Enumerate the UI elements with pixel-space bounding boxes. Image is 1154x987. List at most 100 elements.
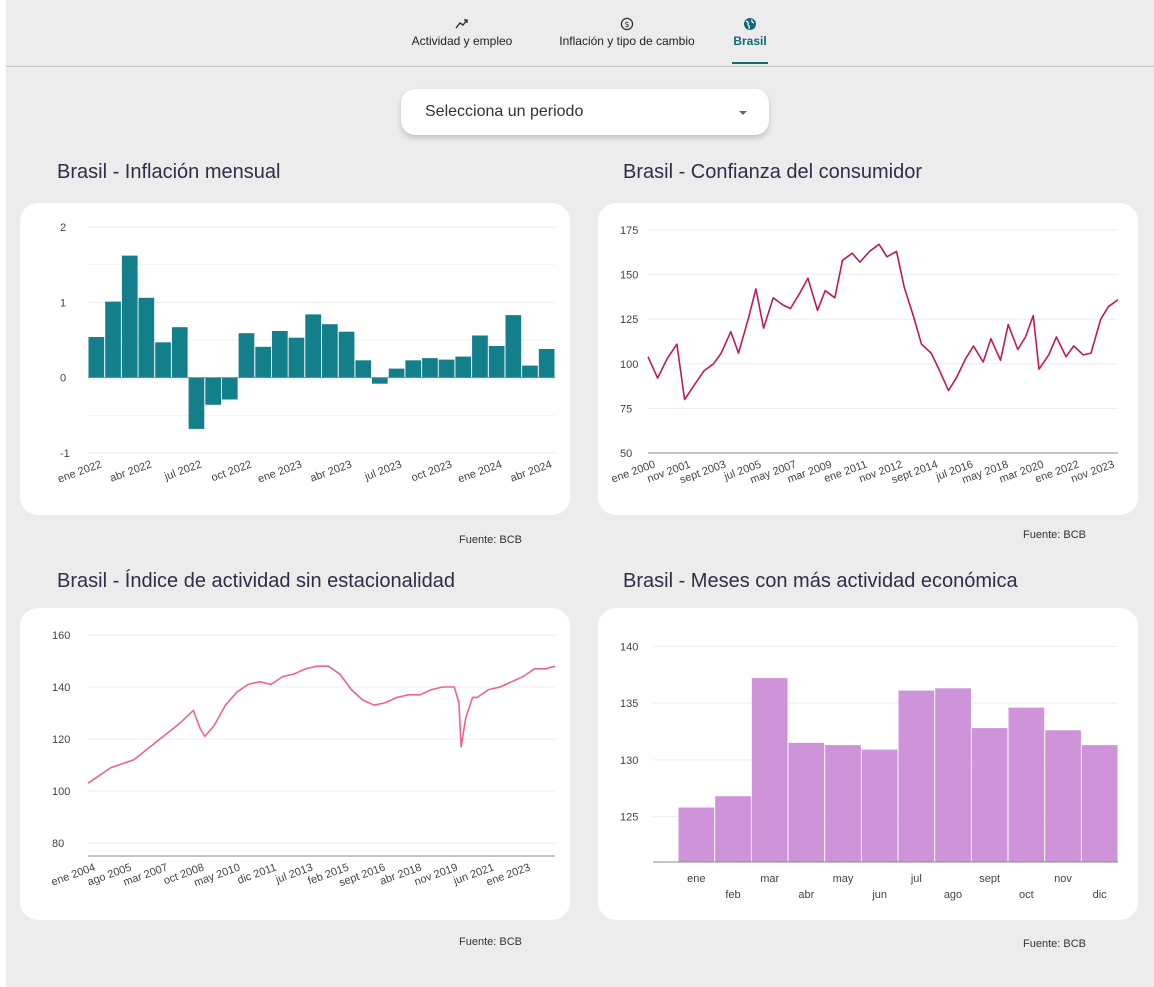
- bar: [288, 337, 305, 378]
- bar: [88, 337, 105, 378]
- x-tick-label: jun: [871, 889, 887, 901]
- bar: [825, 745, 861, 862]
- tab-actividad-empleo[interactable]: Actividad y empleo: [403, 17, 521, 48]
- bar: [372, 377, 388, 384]
- activity-chart-title: Brasil - Índice de actividad sin estacio…: [57, 570, 455, 592]
- x-tick-label: abr: [798, 889, 814, 901]
- y-tick-label: 140: [52, 682, 70, 694]
- period-select-placeholder: Selecciona un periodo: [425, 103, 584, 120]
- bar: [1045, 730, 1081, 862]
- y-tick-label: 75: [620, 403, 632, 415]
- bar: [188, 377, 205, 429]
- bar: [438, 359, 455, 378]
- bar: [455, 356, 472, 378]
- series-line: [87, 665, 556, 784]
- y-tick-label: 135: [620, 698, 638, 710]
- bar: [121, 255, 138, 378]
- x-tick-label: jul: [910, 873, 922, 885]
- bar: [505, 315, 522, 378]
- x-tick-label: ene 2024: [456, 459, 503, 486]
- x-tick-label: abr 2023: [309, 459, 354, 485]
- bar: [715, 796, 751, 862]
- bar: [935, 688, 971, 862]
- bar: [221, 377, 238, 400]
- x-tick-label: oct: [1019, 889, 1034, 901]
- x-tick-label: ene: [687, 873, 705, 885]
- bar: [138, 297, 155, 378]
- months-chart-source: Fuente: BCB: [1023, 938, 1086, 950]
- x-tick-label: sept: [979, 873, 1000, 885]
- x-tick-label: dic 2011: [236, 862, 278, 887]
- inflation-chart-source: Fuente: BCB: [459, 534, 522, 546]
- bar: [538, 349, 555, 378]
- x-tick-label: ene 2022: [56, 459, 103, 486]
- x-tick-label: ene 2023: [256, 459, 303, 486]
- months-chart-title: Brasil - Meses con más actividad económi…: [623, 570, 1018, 592]
- bar: [355, 360, 372, 378]
- tab-label: Inflación y tipo de cambio: [559, 34, 695, 48]
- app-root: Actividad y empleo $ Inflación y tipo de…: [6, 0, 1154, 987]
- bar: [171, 327, 188, 378]
- y-tick-label: 1: [60, 297, 66, 309]
- bar: [155, 342, 171, 378]
- bar: [678, 807, 715, 862]
- activity-chart-card: 80 100 120 140 160 ene 2004 ago 2005 mar 2007 oc…: [20, 608, 570, 920]
- tab-bar: Actividad y empleo $ Inflación y tipo de…: [6, 0, 1154, 67]
- y-tick-label: 0: [60, 373, 66, 385]
- y-tick-label: 120: [52, 734, 70, 746]
- activity-chart: 80100120140160ene 2004ago 2005mar 2007oc…: [50, 630, 556, 889]
- bar: [488, 346, 505, 378]
- y-tick-label: -1: [60, 448, 70, 460]
- svg-text:$: $: [624, 20, 629, 29]
- y-tick-label: 150: [620, 270, 638, 282]
- x-tick-label: nov: [1054, 873, 1072, 885]
- bar: [238, 333, 255, 378]
- series-line: [647, 243, 1119, 401]
- x-tick-label: jul 2023: [362, 459, 403, 484]
- active-tab-indicator: [732, 62, 768, 64]
- x-tick-label: ago: [944, 889, 962, 901]
- bar: [272, 331, 288, 378]
- bar: [751, 678, 788, 862]
- y-tick-label: 125: [620, 314, 638, 326]
- x-tick-label: jul 2022: [162, 459, 203, 484]
- trending-up-icon: [455, 19, 468, 29]
- bar: [522, 365, 538, 378]
- tab-label: Brasil: [733, 34, 767, 48]
- tab-inflacion-tipo-cambio[interactable]: $ Inflación y tipo de cambio: [547, 17, 707, 48]
- x-tick-label: dic: [1093, 889, 1108, 901]
- period-select[interactable]: Selecciona un periodo: [401, 89, 769, 135]
- confidence-chart-source: Fuente: BCB: [1023, 529, 1086, 541]
- x-tick-label: feb: [725, 889, 740, 901]
- bar: [105, 301, 121, 378]
- bar: [971, 728, 1008, 862]
- y-tick-label: 50: [620, 448, 632, 460]
- bar: [205, 377, 221, 405]
- inflation-chart-card: -1 0 1 2 ene 2022 abr 2022 jul 2022 oct 2022 ene…: [20, 203, 570, 515]
- bar: [255, 346, 271, 378]
- x-tick-label: oct 2023: [410, 459, 454, 485]
- x-tick-label: oct 2022: [210, 459, 254, 485]
- confidence-chart-title: Brasil - Confianza del consumidor: [623, 161, 923, 183]
- bar: [788, 742, 825, 862]
- y-tick-label: 2: [60, 222, 66, 234]
- bar: [305, 314, 321, 378]
- dollar-circle-icon: $: [620, 17, 634, 31]
- bar: [322, 324, 338, 378]
- y-tick-label: 125: [620, 812, 638, 824]
- y-tick-label: 140: [620, 641, 638, 653]
- y-tick-label: 100: [52, 786, 70, 798]
- inflation-chart-title: Brasil - Inflación mensual: [57, 161, 281, 183]
- months-chart: 125 130 135 140 ene feb mar abr may jun jul ago sept…: [620, 641, 1118, 901]
- x-tick-label: abr 2022: [108, 459, 153, 485]
- bar: [422, 358, 438, 378]
- globe-icon: [744, 18, 756, 30]
- bar: [338, 331, 355, 378]
- y-tick-label: 160: [52, 630, 70, 642]
- tab-brasil[interactable]: Brasil: [732, 17, 768, 64]
- y-tick-label: 130: [620, 755, 638, 767]
- bar: [1008, 707, 1045, 862]
- confidence-chart: 5075100125150175ene 2000nov 2001sept 200…: [610, 225, 1119, 486]
- activity-chart-source: Fuente: BCB: [459, 936, 522, 948]
- chevron-down-icon[interactable]: [739, 111, 747, 115]
